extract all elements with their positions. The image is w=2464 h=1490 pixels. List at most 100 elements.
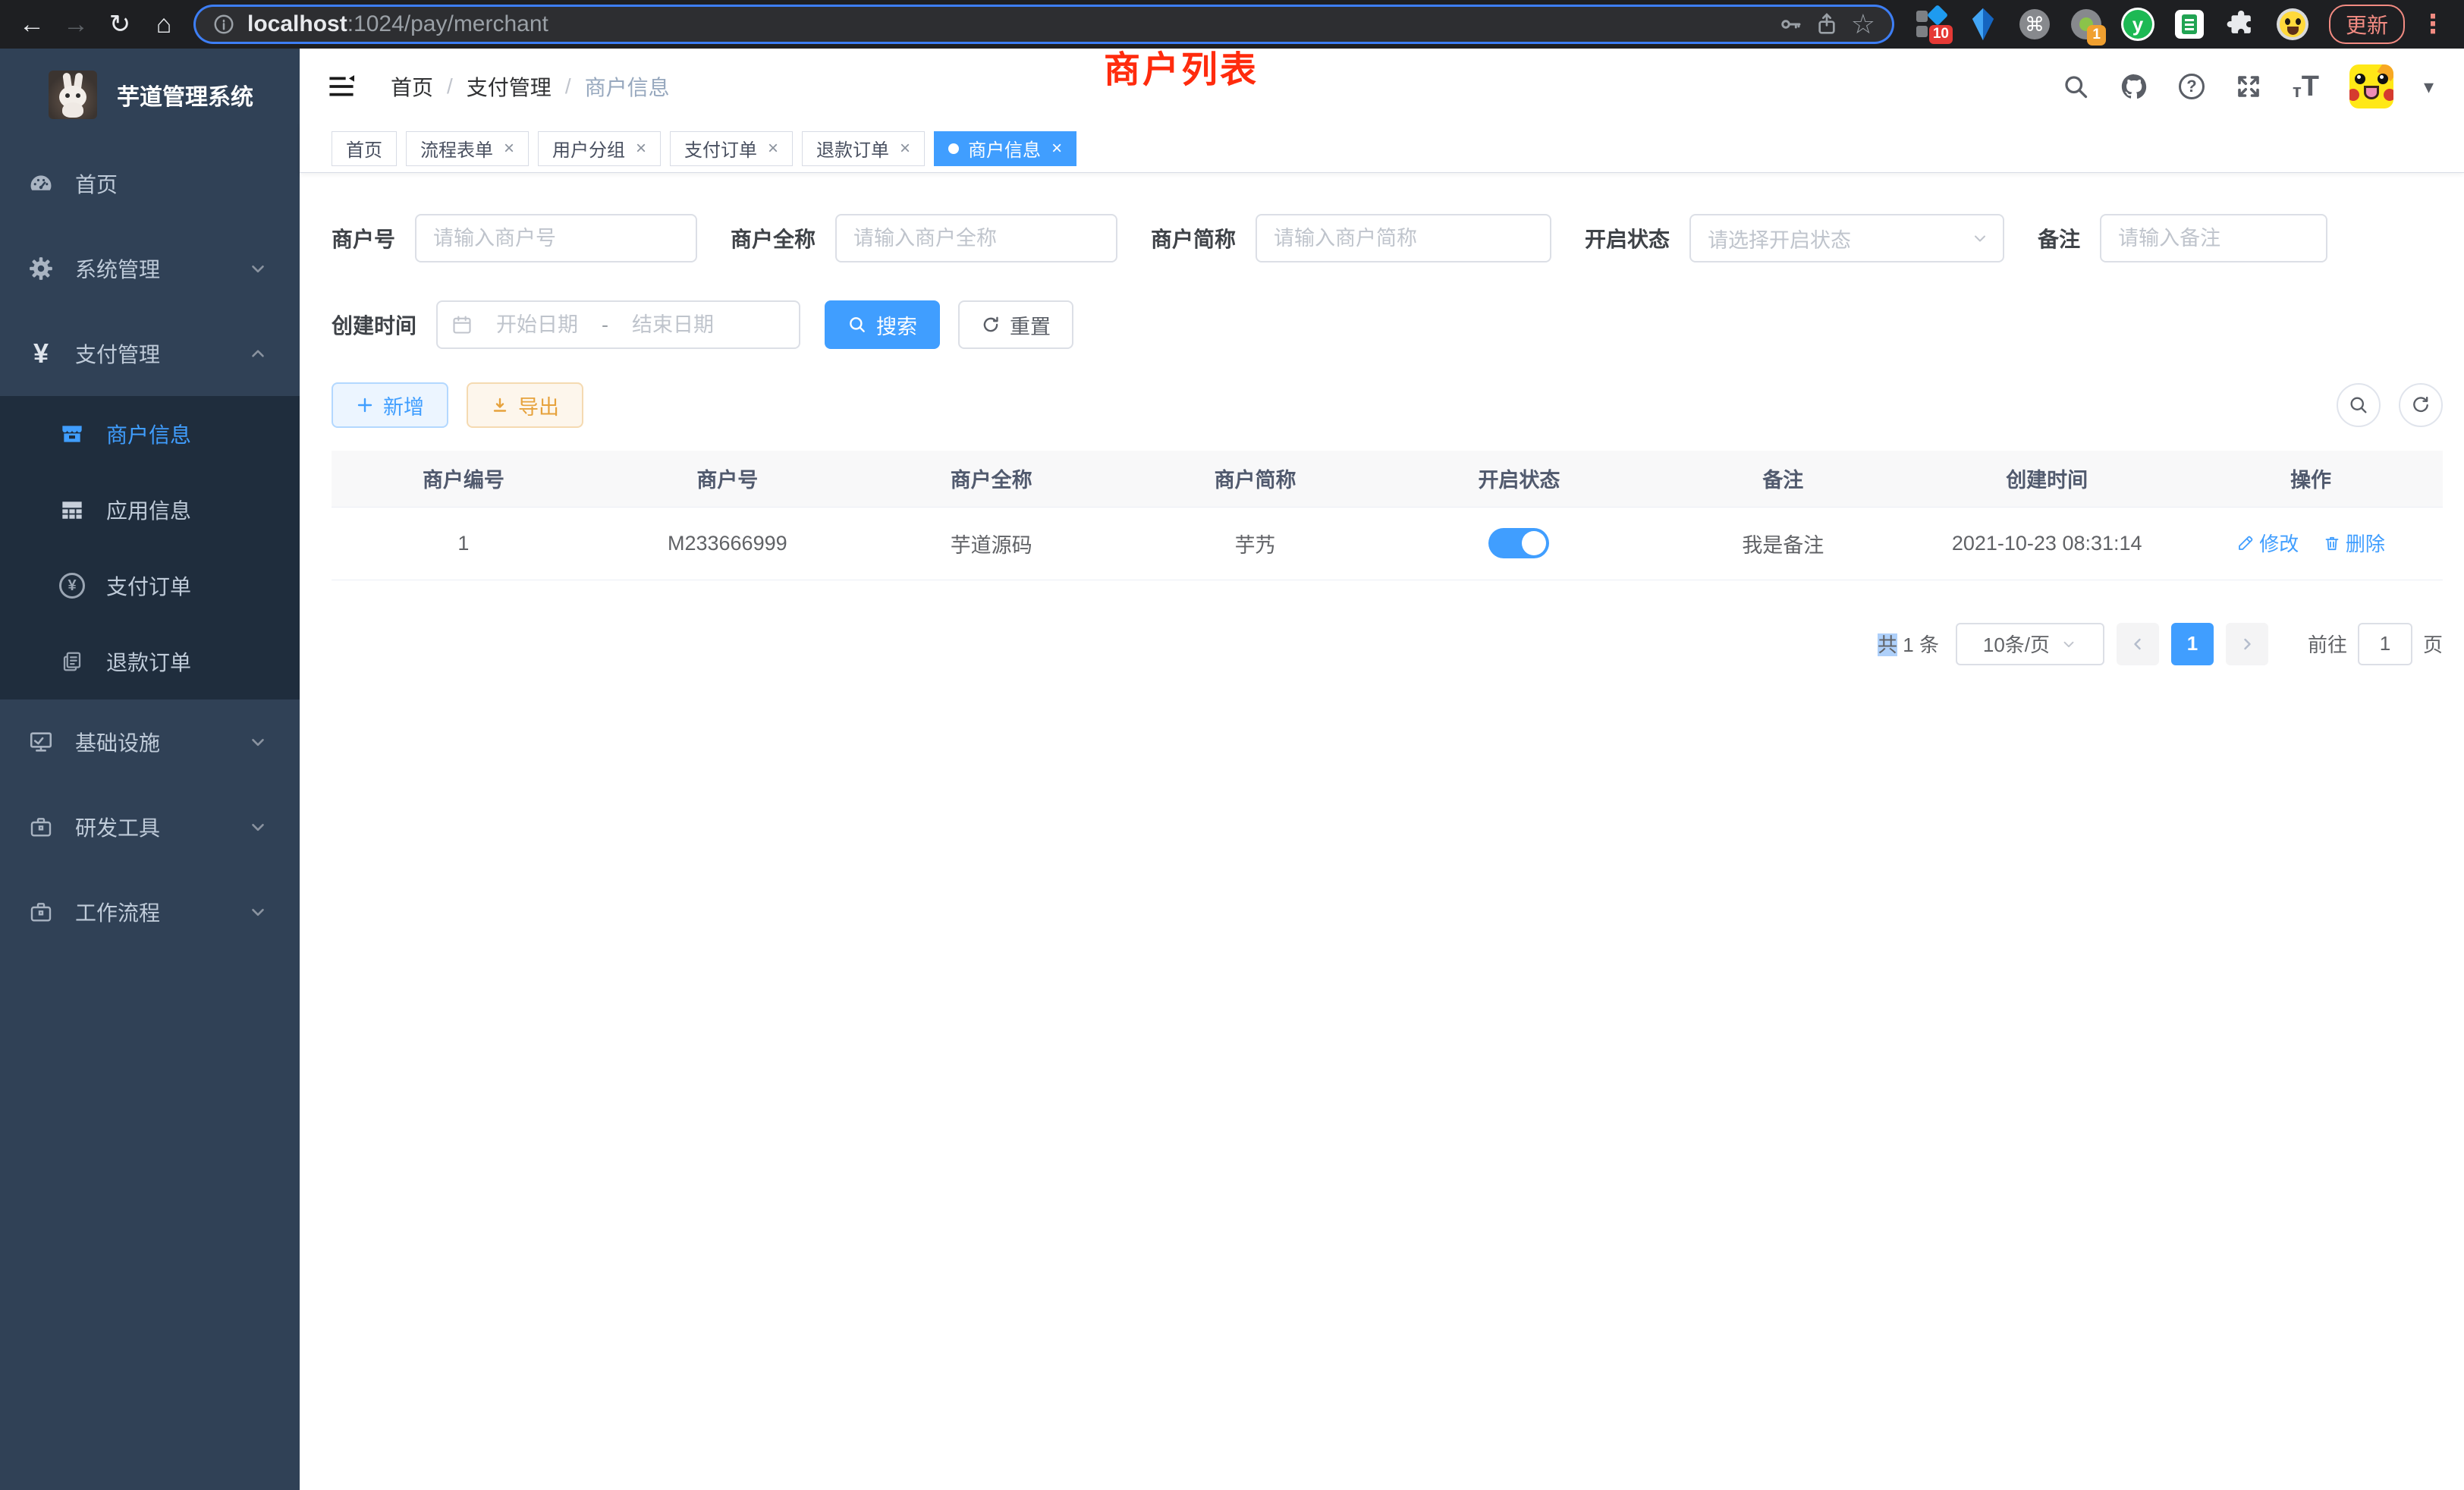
breadcrumb-current: 商户信息 [585, 71, 670, 102]
emoji-eye [2296, 18, 2301, 25]
browser-forward-icon[interactable]: → [56, 5, 96, 44]
sidebar-item-infra[interactable]: 基础设施 [0, 699, 300, 784]
prev-page-button[interactable] [2117, 623, 2159, 665]
sidebar-item-refund-order[interactable]: 退款订单 [0, 624, 300, 699]
grid-icon [56, 498, 88, 522]
full-name-input[interactable] [835, 214, 1117, 262]
sidebar-item-pay[interactable]: ¥ 支付管理 [0, 311, 300, 396]
breadcrumb-separator: / [565, 74, 571, 99]
tab-close-icon[interactable]: × [1051, 138, 1062, 159]
help-icon[interactable]: ? [2179, 74, 2205, 99]
sidebar-item-label: 工作流程 [75, 897, 248, 927]
pikachu-eye [2378, 74, 2388, 84]
font-size-icon[interactable]: тT [2293, 72, 2319, 101]
extension-kite-icon[interactable] [1966, 6, 2000, 42]
tab-merchant-info[interactable]: 商户信息× [934, 131, 1076, 166]
bookmark-star-icon[interactable]: ☆ [1851, 11, 1875, 38]
sidebar-item-pay-order[interactable]: ¥ 支付订单 [0, 548, 300, 624]
refresh-table-button[interactable] [2399, 383, 2443, 427]
main-panel: 首页 / 支付管理 / 商户信息 ? [300, 49, 2464, 1490]
goto-page-input[interactable] [2358, 623, 2412, 665]
sidebar-item-dev-tools[interactable]: 研发工具 [0, 784, 300, 869]
page-number-1[interactable]: 1 [2171, 623, 2214, 665]
address-bar[interactable]: localhost:1024/pay/merchant ☆ [196, 7, 1892, 42]
screen: ← → ↻ ⌂ localhost:1024/pay/merchant ☆ 10 [0, 0, 2464, 1490]
extension-blue-diamond-icon[interactable]: 10 [1915, 6, 1948, 42]
search-icon [847, 315, 867, 335]
breadcrumb-separator: / [447, 74, 453, 99]
sidebar-fold-icon[interactable] [327, 74, 356, 99]
create-time-range-picker[interactable]: - [436, 300, 800, 349]
y-circle: y [2121, 8, 2154, 41]
doc-glyph [2182, 14, 2197, 34]
user-avatar[interactable] [2349, 64, 2393, 108]
page-size-value: 10条/页 [1983, 630, 2050, 658]
short-name-input[interactable] [1256, 214, 1551, 262]
sidebar-item-app-info[interactable]: 应用信息 [0, 472, 300, 548]
sidebar-item-workflow[interactable]: 工作流程 [0, 869, 300, 954]
browser-home-icon[interactable]: ⌂ [144, 5, 184, 44]
reset-button[interactable]: 重置 [958, 300, 1073, 349]
extension-status-icon[interactable]: 1 [2070, 6, 2103, 42]
field-label: 开启状态 [1585, 223, 1670, 253]
start-date-input[interactable] [480, 313, 594, 337]
sidebar-item-home[interactable]: 首页 [0, 141, 300, 226]
sidebar-logo[interactable]: 芋道管理系统 [0, 49, 300, 141]
extension-badge: 10 [1929, 25, 1953, 44]
tab-user-group[interactable]: 用户分组× [538, 131, 661, 166]
page-info-icon[interactable] [212, 13, 235, 36]
sidebar-item-merchant-info[interactable]: 商户信息 [0, 396, 300, 472]
status-toggle[interactable] [1488, 528, 1549, 558]
toggle-search-button[interactable] [2337, 383, 2381, 427]
extensions-puzzle-icon[interactable] [2224, 6, 2258, 42]
add-button[interactable]: 新增 [332, 382, 448, 428]
avatar-caret-icon[interactable]: ▾ [2424, 75, 2434, 99]
monitor-icon [25, 729, 57, 755]
next-page-button[interactable] [2226, 623, 2268, 665]
share-icon[interactable] [1815, 12, 1839, 36]
browser-reload-icon[interactable]: ↻ [100, 5, 140, 44]
tab-process-form[interactable]: 流程表单× [406, 131, 529, 166]
browser-profile-avatar[interactable] [2276, 6, 2309, 42]
tab-refund-order[interactable]: 退款订单× [802, 131, 925, 166]
status-select[interactable]: 请选择开启状态 [1689, 214, 2004, 262]
delete-link[interactable]: 删除 [2323, 529, 2385, 557]
breadcrumb-pay[interactable]: 支付管理 [467, 71, 552, 102]
sidebar-item-label: 基础设施 [75, 727, 248, 757]
date-range-separator: - [602, 313, 608, 337]
extension-y-icon[interactable]: y [2121, 6, 2154, 42]
chrome-update-button[interactable]: 更新 [2329, 5, 2405, 44]
export-button[interactable]: 导出 [467, 382, 583, 428]
page-size-select[interactable]: 10条/页 [1956, 623, 2104, 665]
sidebar-item-system[interactable]: 系统管理 [0, 226, 300, 311]
tab-close-icon[interactable]: × [900, 138, 910, 159]
tab-close-icon[interactable]: × [768, 138, 778, 159]
merchant-no-input[interactable] [415, 214, 697, 262]
edit-link[interactable]: 修改 [2236, 529, 2299, 557]
password-key-icon[interactable] [1778, 12, 1802, 36]
breadcrumb-home[interactable]: 首页 [391, 71, 433, 102]
tags-view: 首页 流程表单× 用户分组× 支付订单× 退款订单× 商户信息× [300, 124, 2464, 173]
filter-remark: 备注 [2038, 214, 2327, 262]
remark-input[interactable] [2100, 214, 2327, 262]
total-suffix: 1 条 [1903, 633, 1939, 656]
end-date-input[interactable] [616, 313, 730, 337]
browser-menu-icon[interactable]: ⋮ [2420, 9, 2446, 39]
edit-link-label: 修改 [2259, 529, 2299, 557]
extension-notes-icon[interactable] [2173, 6, 2206, 42]
cell-status [1388, 507, 1652, 580]
browser-back-icon[interactable]: ← [12, 5, 52, 44]
extension-command-icon[interactable]: ⌘ [2018, 6, 2051, 42]
yen-icon: ¥ [25, 340, 57, 367]
col-full-name: 商户全称 [860, 451, 1124, 507]
tab-pay-order[interactable]: 支付订单× [670, 131, 793, 166]
search-icon[interactable] [2062, 73, 2089, 100]
tab-home[interactable]: 首页 [332, 131, 397, 166]
cell-remark: 我是备注 [1651, 507, 1915, 580]
github-icon[interactable] [2120, 72, 2148, 101]
filter-full-name: 商户全称 [731, 214, 1117, 262]
fullscreen-icon[interactable] [2235, 73, 2262, 100]
search-button[interactable]: 搜索 [825, 300, 940, 349]
tab-close-icon[interactable]: × [504, 138, 514, 159]
tab-close-icon[interactable]: × [636, 138, 646, 159]
